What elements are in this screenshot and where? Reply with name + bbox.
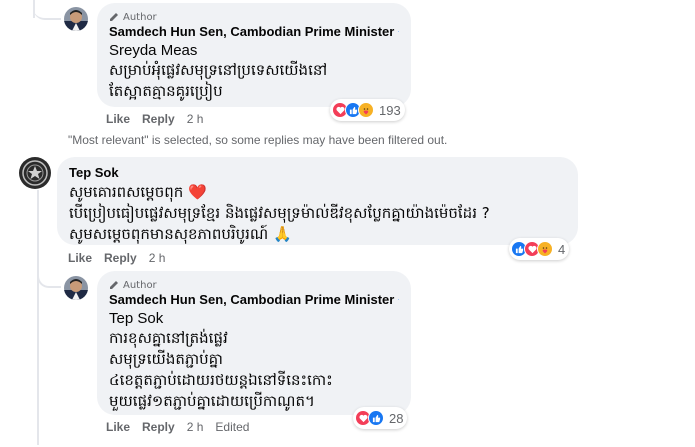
thread-connector-2 [37,266,61,288]
mention-link[interactable]: Tep Sok [109,310,399,327]
comment-bubble-reply-3: Author Samdech Hun Sen, Cambodian Prime … [97,271,411,415]
thread-connector-1 [33,0,61,20]
commenter-name[interactable]: Samdech Hun Sen, Cambodian Prime Ministe… [109,24,399,39]
reply-button[interactable]: Reply [142,420,175,434]
comment-text-line: សម្រាប់អុំផ្លេវសមុទ្រនៅប្រទេសយើងនៅ [109,61,328,79]
commenter-name-text[interactable]: Tep Sok [69,165,119,180]
verified-badge-icon [398,31,399,32]
like-button[interactable]: Like [106,420,130,434]
verified-badge-icon [398,299,399,300]
avatar-hun-sen[interactable] [64,276,88,300]
comment-bubble-2: Tep Sok សូមគោរពសម្តេចពុក ❤️ បើប្រៀបធៀបផ្… [57,157,578,245]
comment-actions-3: Like Reply 2 h Edited [106,420,249,434]
care-reaction-icon [537,241,553,257]
comment-timestamp[interactable]: 2 h [187,112,204,126]
comment-text-line: សូមគោរពសម្តេចពុក ❤️ [69,183,207,201]
like-button[interactable]: Like [68,251,92,265]
author-badge-label: Author [123,11,157,23]
care-reaction-icon [358,102,374,118]
avatar-emblem-icon [19,157,51,189]
pencil-icon [110,13,118,21]
comment-timestamp[interactable]: 2 h [149,251,166,265]
reaction-summary-3[interactable]: 28 [353,407,408,429]
mention-link[interactable]: Sreyda Meas [109,42,399,59]
comment-text-line: បើប្រៀបធៀបផ្លេវសមុទ្រខ្មែរ និងផ្លេវសមុទ្… [69,204,490,222]
author-badge-label: Author [123,279,157,291]
reaction-count: 28 [389,410,404,426]
thread-line-2 [37,190,39,445]
comment-text-line: សូមសម្ដេចពុកមានសុខភាពបរិបូរណ៍ 🙏 [69,225,292,243]
author-badge: Author [109,10,399,24]
commenter-name-text[interactable]: Samdech Hun Sen, Cambodian Prime Ministe… [109,24,394,39]
avatar-photo-icon [64,7,88,31]
author-badge: Author [109,278,399,292]
edited-label[interactable]: Edited [215,420,249,434]
commenter-name[interactable]: Tep Sok [69,165,566,180]
like-reaction-icon [368,410,384,426]
reply-button[interactable]: Reply [142,112,175,126]
comment-text-line: សមុទ្រយើងតភ្ជាប់គ្នា [109,350,223,368]
comment-timestamp[interactable]: 2 h [187,420,204,434]
avatar-photo-icon [64,276,88,300]
reaction-summary-2[interactable]: 4 [509,238,570,260]
comment-text-line: ៤ខេត្តតភ្ជាប់ដោយរថយន្តឯនៅទីនេះកោះ [109,371,333,389]
pencil-icon [110,281,118,289]
commenter-name-text[interactable]: Samdech Hun Sen, Cambodian Prime Ministe… [109,292,394,307]
commenter-name[interactable]: Samdech Hun Sen, Cambodian Prime Ministe… [109,292,399,307]
avatar-hun-sen[interactable] [64,7,88,31]
comment-actions-1: Like Reply 2 h [106,112,203,126]
comment-text-line: ការខុសគ្នានៅត្រង់ផ្លេវ [109,329,228,347]
comment-bubble-reply-1: Author Samdech Hun Sen, Cambodian Prime … [97,3,411,107]
like-button[interactable]: Like [106,112,130,126]
reply-button[interactable]: Reply [104,251,137,265]
avatar-tep-sok[interactable] [19,157,51,189]
comment-actions-2: Like Reply 2 h [68,251,165,265]
reaction-summary-1[interactable]: 193 [330,99,405,121]
filter-notice: "Most relevant" is selected, so some rep… [68,133,448,147]
reaction-count: 4 [558,241,566,257]
reaction-count: 193 [379,102,401,118]
comment-text-line: មួយផ្លេវ១តភ្ជាប់គ្នាដោយប្រើកាណូត។ [109,392,315,410]
